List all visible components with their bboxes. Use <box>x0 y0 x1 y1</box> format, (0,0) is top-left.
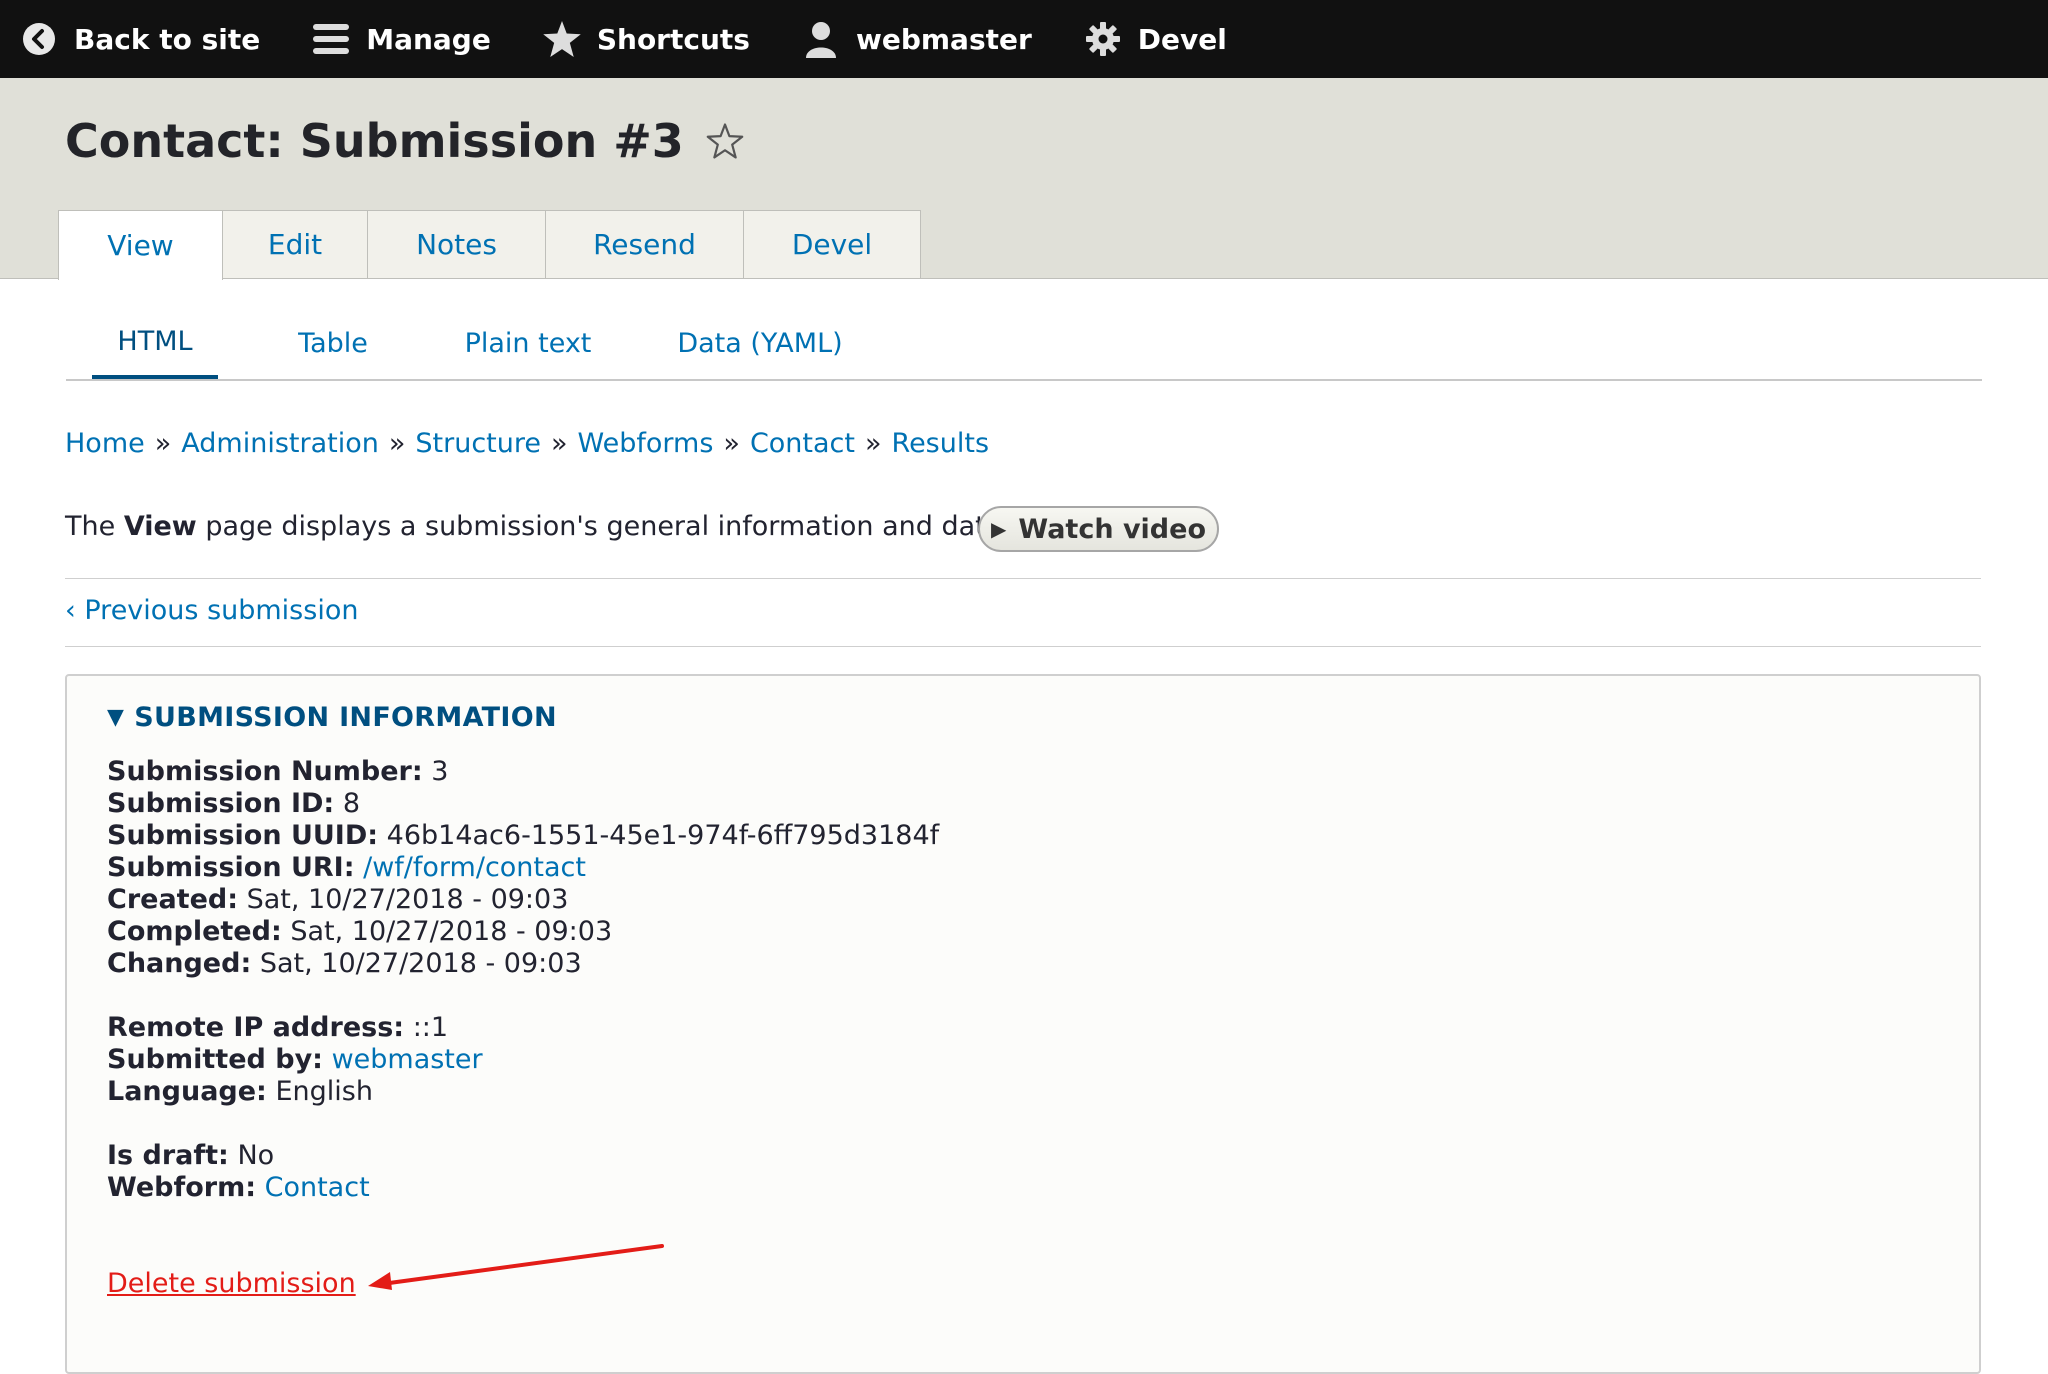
user-menu[interactable]: webmaster <box>802 20 1032 58</box>
user-label: webmaster <box>855 22 1032 56</box>
submission-uri-link[interactable]: /wf/form/contact <box>363 852 586 883</box>
details-summary-toggle[interactable]: ▼ SUBMISSION INFORMATION <box>107 702 557 733</box>
subtab-table[interactable]: Table <box>270 308 396 379</box>
breadcrumb: Home» Administration» Structure» Webform… <box>65 428 990 459</box>
play-icon: ▶ <box>990 517 1007 541</box>
info-group-form: Is draft: No Webform: Contact <box>107 1140 370 1204</box>
breadcrumb-contact[interactable]: Contact <box>750 428 855 459</box>
primary-tabs: View Edit Notes Resend Devel <box>58 210 921 280</box>
subtab-data-yaml[interactable]: Data (YAML) <box>660 308 860 379</box>
divider <box>65 578 1981 579</box>
divider <box>65 646 1981 647</box>
tab-devel[interactable]: Devel <box>743 210 921 278</box>
breadcrumb-results[interactable]: Results <box>892 428 990 459</box>
submission-uuid-row: Submission UUID: 46b14ac6-1551-45e1-974f… <box>107 820 940 851</box>
breadcrumb-structure[interactable]: Structure <box>415 428 541 459</box>
back-arrow-icon <box>20 20 58 58</box>
submission-number-row: Submission Number: 3 <box>107 756 449 787</box>
submission-id-row: Submission ID: 8 <box>107 788 360 819</box>
breadcrumb-webforms[interactable]: Webforms <box>578 428 714 459</box>
tab-edit[interactable]: Edit <box>222 210 368 278</box>
submitted-by-row: Submitted by: webmaster <box>107 1044 483 1075</box>
back-to-site-label: Back to site <box>74 22 261 56</box>
shortcut-star-icon[interactable] <box>706 123 744 159</box>
tab-notes[interactable]: Notes <box>367 210 546 278</box>
shortcuts-menu[interactable]: Shortcuts <box>543 20 750 58</box>
submission-information-details: ▼ SUBMISSION INFORMATION Submission Numb… <box>65 674 1981 1374</box>
changed-row: Changed: Sat, 10/27/2018 - 09:03 <box>107 948 582 979</box>
remote-ip-row: Remote IP address: ::1 <box>107 1012 449 1043</box>
tab-resend[interactable]: Resend <box>545 210 744 278</box>
language-row: Language: English <box>107 1076 373 1107</box>
breadcrumb-home[interactable]: Home <box>65 428 145 459</box>
devel-label: Devel <box>1137 22 1227 56</box>
delete-submission-link[interactable]: Delete submission <box>107 1268 356 1299</box>
is-draft-row: Is draft: No <box>107 1140 275 1171</box>
watch-video-button[interactable]: ▶ Watch video <box>978 506 1219 552</box>
devel-menu[interactable]: Devel <box>1084 20 1227 58</box>
webform-link[interactable]: Contact <box>265 1172 370 1203</box>
created-row: Created: Sat, 10/27/2018 - 09:03 <box>107 884 569 915</box>
submission-uri-row: Submission URI: /wf/form/contact <box>107 852 586 883</box>
info-group-ids: Submission Number: 3 Submission ID: 8 Su… <box>107 756 939 884</box>
help-text: The View page displays a submission's ge… <box>65 511 1011 542</box>
tab-view[interactable]: View <box>58 210 223 280</box>
star-icon <box>543 20 581 58</box>
completed-row: Completed: Sat, 10/27/2018 - 09:03 <box>107 916 613 947</box>
gear-icon <box>1084 20 1122 58</box>
help-text-bold: View <box>123 511 197 542</box>
submitted-by-link[interactable]: webmaster <box>332 1044 483 1075</box>
page-title: Contact: Submission #3 <box>65 114 684 168</box>
info-group-user: Remote IP address: ::1 Submitted by: web… <box>107 1012 483 1108</box>
hamburger-icon <box>312 20 350 58</box>
person-icon <box>802 20 840 58</box>
subtab-plain-text[interactable]: Plain text <box>448 308 608 379</box>
info-group-dates: Created: Sat, 10/27/2018 - 09:03 Complet… <box>107 884 612 980</box>
page-title-row: Contact: Submission #3 <box>65 114 744 168</box>
previous-submission-link[interactable]: ‹ Previous submission <box>65 595 358 626</box>
page-header: Contact: Submission #3 View Edit Notes R… <box>0 78 2048 280</box>
watch-video-label: Watch video <box>1018 513 1206 545</box>
subtab-html[interactable]: HTML <box>92 308 218 379</box>
details-summary-label: SUBMISSION INFORMATION <box>134 702 557 733</box>
shortcuts-label: Shortcuts <box>596 22 750 56</box>
admin-toolbar: Back to site Manage Shortcuts webmaster … <box>0 0 2048 78</box>
annotation-arrow-icon <box>368 1244 664 1290</box>
webform-row: Webform: Contact <box>107 1172 370 1203</box>
secondary-tabs: HTML Table Plain text Data (YAML) <box>66 308 1982 381</box>
manage-label: Manage <box>366 22 491 56</box>
triangle-down-icon: ▼ <box>107 705 125 730</box>
back-to-site-link[interactable]: Back to site <box>20 20 260 58</box>
breadcrumb-administration[interactable]: Administration <box>181 428 379 459</box>
manage-menu[interactable]: Manage <box>312 20 491 58</box>
